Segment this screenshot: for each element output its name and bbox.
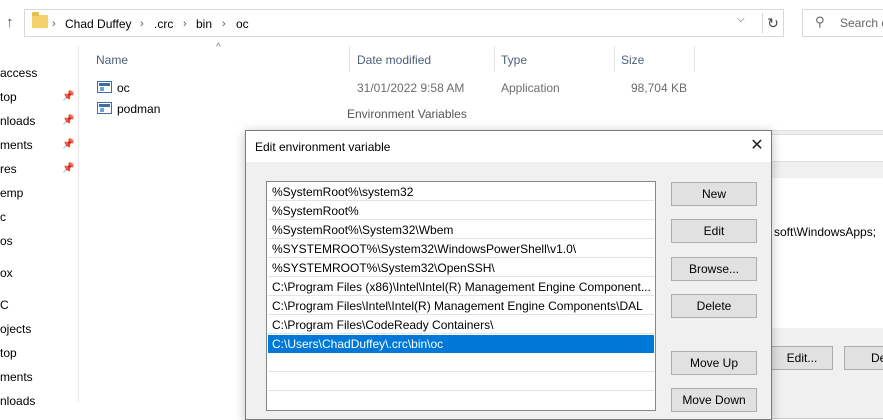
column-header-size[interactable]: Size — [621, 51, 644, 69]
address-dropdown-chevron-icon[interactable]: ⌵ — [737, 14, 745, 25]
close-icon[interactable]: ✕ — [748, 136, 766, 156]
address-bar[interactable] — [24, 9, 784, 37]
nav-item[interactable]: ments — [0, 368, 33, 386]
env-edit-button[interactable]: Edit... — [771, 346, 833, 370]
nav-divider — [78, 46, 79, 402]
nav-item[interactable]: nloads — [0, 392, 35, 410]
path-list-item[interactable]: C:\Program Files\Intel\Intel(R) Manageme… — [268, 297, 654, 315]
env-window-title: Environment Variables — [347, 107, 467, 121]
column-divider[interactable] — [614, 46, 615, 72]
application-icon[interactable] — [97, 81, 112, 93]
path-list-item[interactable]: C:\Program Files\CodeReady Containers\ — [268, 316, 654, 334]
breadcrumb-bin[interactable]: bin — [196, 16, 212, 32]
nav-item[interactable]: ments — [0, 136, 33, 154]
path-list-item[interactable]: C:\Program Files (x86)\Intel\Intel(R) Ma… — [268, 278, 654, 296]
nav-item[interactable]: c — [0, 208, 6, 226]
nav-item[interactable]: top — [0, 344, 17, 362]
env-path-value[interactable]: soft\WindowsApps; — [774, 225, 876, 239]
breadcrumb-chad-duffey[interactable]: Chad Duffey — [65, 16, 132, 32]
path-list-item[interactable] — [268, 373, 654, 391]
breadcrumb-oc[interactable]: oc — [236, 16, 249, 32]
move-up-button[interactable]: Move Up — [671, 351, 757, 375]
breadcrumb-chevron-icon[interactable]: › — [52, 16, 56, 32]
breadcrumb-chevron-icon[interactable]: › — [140, 16, 144, 32]
nav-item[interactable]: os — [0, 232, 13, 250]
path-list-item[interactable]: %SYSTEMROOT%\System32\WindowsPowerShell\… — [268, 240, 654, 258]
breadcrumb-chevron-icon[interactable]: › — [222, 16, 226, 32]
nav-item[interactable]: nloads — [0, 112, 35, 130]
pin-icon: 📌 — [62, 139, 75, 150]
file-name[interactable]: oc — [117, 80, 130, 96]
nav-item[interactable]: res — [0, 160, 17, 178]
breadcrumb-chevron-icon[interactable]: › — [183, 16, 187, 32]
env-delete-button[interactable]: De — [844, 346, 883, 370]
path-list-item[interactable] — [268, 354, 654, 372]
column-divider[interactable] — [694, 46, 695, 72]
pin-icon: 📌 — [62, 115, 75, 126]
refresh-icon[interactable]: ↻ — [762, 13, 783, 33]
path-list-item[interactable]: %SystemRoot%\System32\Wbem — [268, 221, 654, 239]
search-icon: ⚲ — [815, 14, 825, 29]
nav-item[interactable]: ojects — [0, 320, 31, 338]
nav-item[interactable]: C — [0, 296, 9, 314]
delete-button[interactable]: Delete — [671, 294, 757, 318]
new-button[interactable]: New — [671, 182, 757, 206]
up-arrow-icon[interactable]: ↑ — [6, 14, 20, 32]
nav-item[interactable]: ox — [0, 264, 13, 282]
column-header-type[interactable]: Type — [501, 51, 527, 69]
file-size: 98,704 KB — [630, 81, 687, 95]
path-list-item[interactable]: %SystemRoot%\system32 — [268, 183, 654, 201]
file-name[interactable]: podman — [117, 101, 160, 117]
pin-icon: 📌 — [62, 163, 75, 174]
path-list-item[interactable]: %SYSTEMROOT%\System32\OpenSSH\ — [268, 259, 654, 277]
file-date: 31/01/2022 9:58 AM — [357, 81, 465, 95]
nav-item[interactable]: access — [0, 64, 37, 82]
nav-item[interactable]: emp — [0, 184, 23, 202]
nav-item[interactable]: top — [0, 88, 17, 106]
column-divider[interactable] — [494, 46, 495, 72]
column-header-name[interactable]: Name — [96, 51, 128, 69]
file-type: Application — [501, 81, 560, 95]
pin-icon: 📌 — [62, 91, 75, 102]
folder-icon — [32, 12, 48, 28]
env-user-variables-list[interactable] — [771, 134, 883, 162]
breadcrumb-crc[interactable]: .crc — [154, 16, 173, 32]
column-divider[interactable] — [349, 46, 350, 72]
move-down-button[interactable]: Move Down — [671, 388, 757, 412]
column-header-date[interactable]: Date modified — [357, 51, 431, 69]
path-list-item[interactable]: %SystemRoot% — [268, 202, 654, 220]
path-list-item[interactable]: C:\Users\ChadDuffey\.crc\bin\oc — [268, 335, 654, 353]
search-placeholder: Search c — [840, 16, 883, 30]
sort-caret-icon: ^ — [216, 42, 221, 53]
dialog-title: Edit environment variable — [255, 140, 391, 154]
edit-button[interactable]: Edit — [671, 219, 757, 243]
browse-button[interactable]: Browse... — [671, 257, 757, 281]
env-system-variables-list[interactable] — [771, 178, 883, 328]
application-icon[interactable] — [97, 102, 112, 114]
